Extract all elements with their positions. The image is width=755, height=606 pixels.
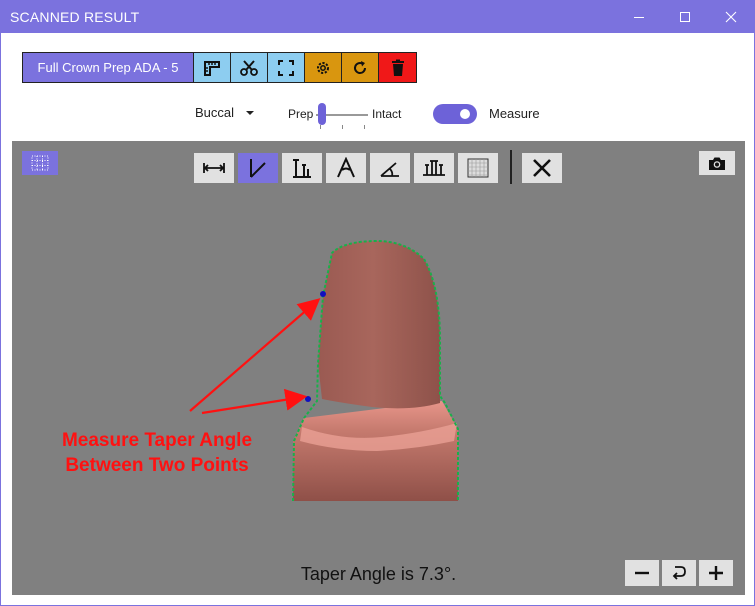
profile-icon	[423, 160, 445, 176]
measure-point-upper	[320, 291, 326, 297]
minimize-icon	[634, 17, 644, 18]
toolbar-separator	[510, 150, 512, 184]
zoom-out-button[interactable]	[625, 560, 659, 586]
convergence-tool[interactable]	[326, 153, 366, 183]
maximize-button[interactable]	[662, 1, 708, 33]
taper-angle-tool[interactable]	[238, 153, 278, 183]
settings-button[interactable]	[305, 53, 342, 82]
ruler-button[interactable]	[194, 53, 231, 82]
camera-icon	[709, 157, 725, 170]
tooth-stump	[318, 241, 440, 409]
slider-tick	[320, 125, 321, 129]
distance-tool[interactable]	[194, 153, 234, 183]
annotation-arrow-lower	[201, 388, 308, 415]
annotation-line-2: Between Two Points	[65, 455, 249, 476]
zoom-in-button[interactable]	[699, 560, 733, 586]
view-direction-value: Buccal	[195, 105, 235, 120]
grid-toggle-button[interactable]	[22, 151, 58, 175]
minus-icon	[635, 571, 649, 575]
clear-measurement-button[interactable]	[522, 153, 562, 183]
measure-point-lower	[305, 396, 311, 402]
scissors-icon	[240, 59, 258, 76]
convergence-icon	[337, 157, 355, 178]
refresh-button[interactable]	[342, 53, 379, 82]
prep-intact-slider[interactable]: Prep Intact	[288, 101, 408, 131]
taper-angle-icon	[250, 159, 266, 178]
slider-left-label: Prep	[288, 107, 314, 121]
caret-down-icon	[246, 110, 255, 115]
close-icon	[725, 11, 737, 23]
profile-tool[interactable]	[414, 153, 454, 183]
measure-tools	[194, 153, 498, 183]
delete-button[interactable]	[379, 53, 416, 82]
slider-right-label: Intact	[372, 107, 402, 121]
screenshot-button[interactable]	[699, 151, 735, 175]
angle-tool[interactable]	[370, 153, 410, 183]
fit-frame-button[interactable]	[268, 53, 305, 82]
slider-tick	[342, 125, 343, 129]
reset-view-button[interactable]	[662, 560, 696, 586]
gear-icon	[317, 61, 329, 74]
height-icon	[293, 159, 311, 178]
distance-icon	[203, 163, 225, 173]
annotation-arrow-upper	[189, 298, 321, 412]
fit-frame-icon	[278, 59, 294, 76]
window-title: SCANNED RESULT	[10, 9, 140, 25]
measure-toggle[interactable]	[433, 104, 477, 124]
title-bar[interactable]: SCANNED RESULT	[1, 1, 754, 33]
scanned-result-window: SCANNED RESULT Full Crown Prep ADA - 5 B…	[0, 0, 755, 606]
scan-viewport[interactable]: Measure Taper Angle Between Two Points T…	[12, 141, 745, 595]
refresh-icon	[354, 60, 367, 74]
view-direction-select[interactable]: Buccal	[195, 105, 255, 120]
measure-toggle-label: Measure	[489, 106, 540, 121]
procedure-name-button[interactable]: Full Crown Prep ADA - 5	[23, 53, 194, 82]
plus-icon	[709, 566, 723, 580]
reset-icon	[672, 566, 686, 580]
minimize-button[interactable]	[616, 1, 662, 33]
close-icon	[533, 159, 551, 177]
tooth-scene	[189, 239, 459, 502]
annotation-line-1: Measure Taper Angle	[61, 430, 253, 451]
grid-icon	[467, 158, 489, 178]
angle-icon	[380, 162, 399, 177]
cut-button[interactable]	[231, 53, 268, 82]
grid-tool[interactable]	[458, 153, 498, 183]
dotted-grid-icon	[31, 155, 49, 171]
tooth-base	[293, 401, 458, 501]
ruler-icon	[204, 60, 220, 76]
maximize-icon	[680, 12, 690, 22]
close-button[interactable]	[708, 1, 754, 33]
slider-thumb[interactable]	[318, 103, 326, 125]
slider-tick	[364, 125, 365, 129]
procedure-toolbar: Full Crown Prep ADA - 5	[22, 52, 417, 83]
annotation-text: Measure Taper Angle Between Two Points	[42, 428, 272, 478]
trash-icon	[391, 59, 404, 76]
height-tool[interactable]	[282, 153, 322, 183]
toggle-knob	[460, 109, 470, 119]
